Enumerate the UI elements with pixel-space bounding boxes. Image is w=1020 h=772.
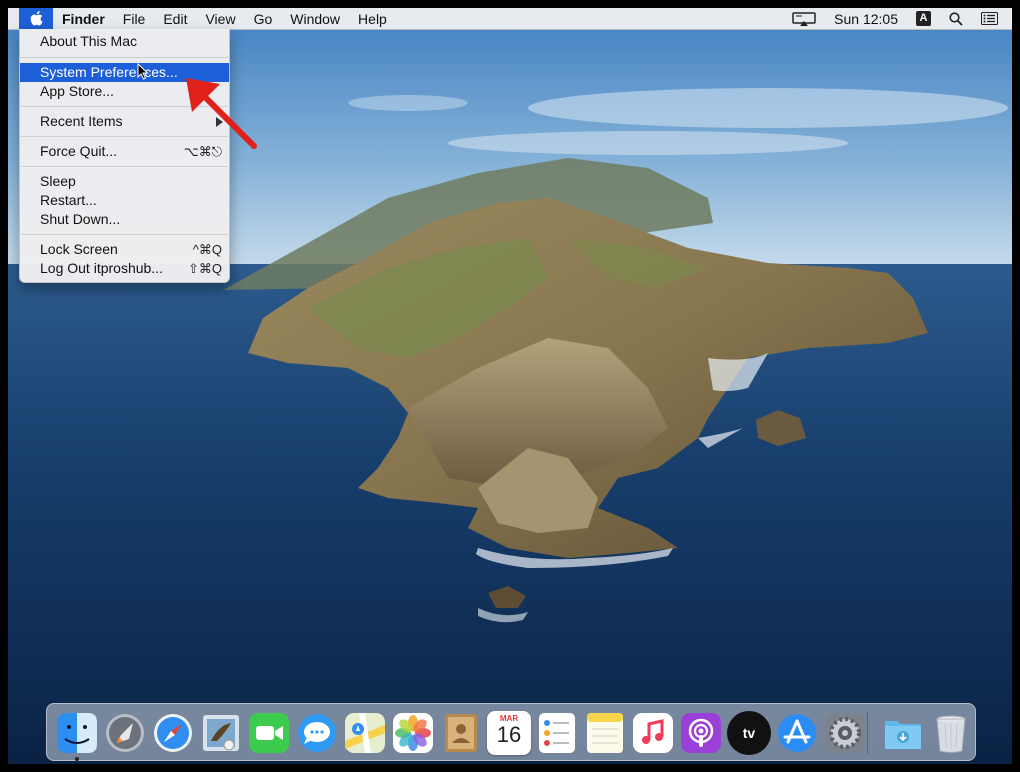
menu-item-shortcut: ^⌘Q	[192, 242, 222, 257]
contacts-icon[interactable]	[439, 711, 483, 755]
calendar-icon[interactable]: MAR 16	[487, 711, 531, 755]
menu-go[interactable]: Go	[245, 8, 282, 30]
menu-item-lock-screen[interactable]: Lock Screen ^⌘Q	[20, 240, 229, 259]
menu-item-label: Sleep	[40, 173, 76, 189]
notes-icon[interactable]	[583, 711, 627, 755]
menu-bar: Finder File Edit View Go Window Help Sun…	[8, 8, 1012, 30]
menu-separator	[21, 166, 228, 167]
safari-icon[interactable]	[151, 711, 195, 755]
system-preferences-icon[interactable]	[823, 711, 867, 755]
mouse-cursor-icon	[137, 63, 149, 80]
menu-file[interactable]: File	[114, 8, 155, 30]
menu-window[interactable]: Window	[281, 8, 349, 30]
menu-separator	[21, 234, 228, 235]
facetime-icon[interactable]	[247, 711, 291, 755]
menu-item-shut-down[interactable]: Shut Down...	[20, 210, 229, 229]
finder-icon[interactable]	[55, 711, 99, 755]
airplay-display-icon[interactable]	[783, 8, 825, 30]
menu-finder[interactable]: Finder	[53, 8, 114, 30]
input-source-icon[interactable]: A	[907, 8, 940, 30]
menu-item-shortcut: ⇧⌘Q	[187, 261, 222, 276]
menu-item-label: Lock Screen	[40, 241, 118, 257]
annotation-arrow-icon	[186, 78, 257, 149]
input-source-label: A	[916, 11, 931, 26]
apple-menu-button[interactable]	[19, 8, 53, 30]
calendar-day: 16	[496, 722, 522, 747]
dock: MAR 16 tv	[46, 703, 976, 761]
tv-icon[interactable]: tv	[727, 711, 771, 755]
desktop: Finder File Edit View Go Window Help Sun…	[8, 8, 1012, 764]
menu-item-log-out[interactable]: Log Out itproshub... ⇧⌘Q	[20, 259, 229, 278]
menu-item-label: System Preferences...	[40, 64, 178, 80]
menu-item-about-this-mac[interactable]: About This Mac	[20, 32, 229, 51]
menu-separator	[21, 57, 228, 58]
reminders-icon[interactable]	[535, 711, 579, 755]
trash-icon[interactable]	[929, 711, 973, 755]
photos-icon[interactable]	[391, 711, 435, 755]
mail-icon[interactable]	[199, 711, 243, 755]
downloads-folder-icon[interactable]	[881, 711, 925, 755]
running-indicator	[75, 757, 79, 761]
notification-center-icon[interactable]	[972, 8, 1012, 30]
menubar-clock[interactable]: Sun 12:05	[825, 8, 907, 30]
music-icon[interactable]	[631, 711, 675, 755]
apple-menu-dropdown: About This Mac System Preferences... App…	[19, 29, 230, 283]
menu-item-label: App Store...	[40, 83, 114, 99]
menu-help[interactable]: Help	[349, 8, 396, 30]
menu-item-label: Restart...	[40, 192, 97, 208]
spotlight-search-icon[interactable]	[940, 8, 972, 30]
menu-item-restart[interactable]: Restart...	[20, 191, 229, 210]
menu-item-label: Log Out itproshub...	[40, 260, 163, 276]
menu-item-label: Shut Down...	[40, 211, 121, 227]
maps-icon[interactable]	[343, 711, 387, 755]
apple-logo-icon	[30, 11, 42, 26]
menu-view[interactable]: View	[196, 8, 244, 30]
app-store-icon[interactable]	[775, 711, 819, 755]
dock-divider	[867, 712, 868, 754]
menu-item-label: Force Quit...	[40, 143, 118, 159]
podcasts-icon[interactable]	[679, 711, 723, 755]
menu-item-label: About This Mac	[40, 33, 138, 49]
menu-item-label: Recent Items	[40, 113, 123, 129]
messages-icon[interactable]	[295, 711, 339, 755]
menu-edit[interactable]: Edit	[154, 8, 196, 30]
tv-label: tv	[742, 725, 756, 741]
launchpad-icon[interactable]	[103, 711, 147, 755]
menu-item-sleep[interactable]: Sleep	[20, 172, 229, 191]
